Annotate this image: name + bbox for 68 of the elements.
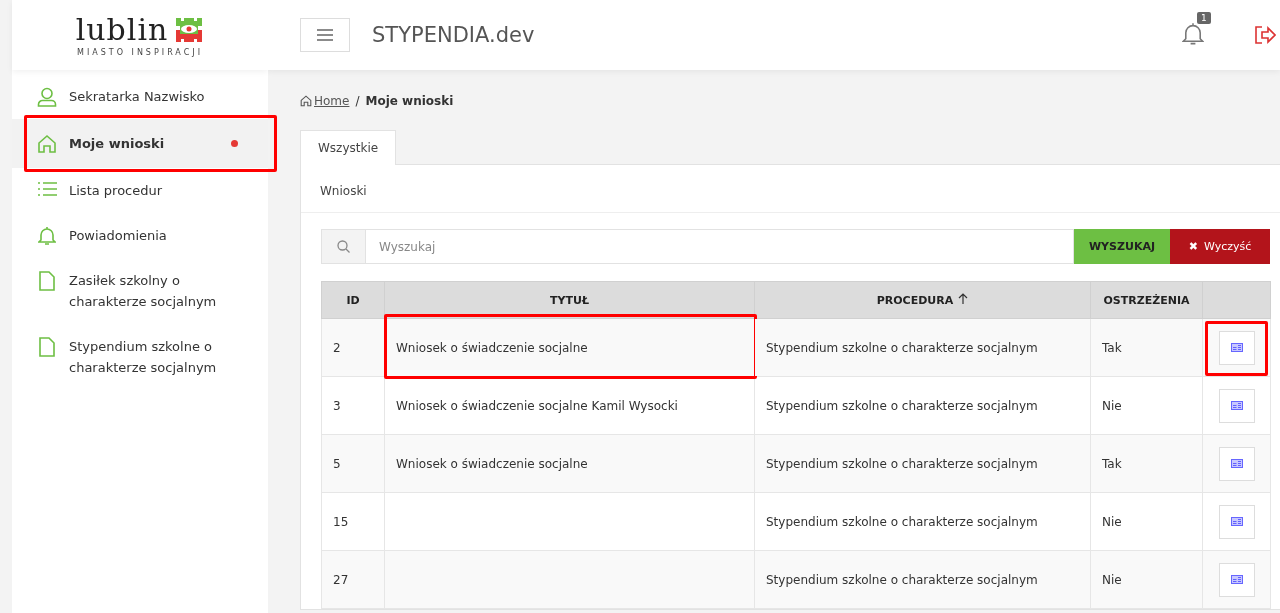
bell-icon <box>38 226 56 246</box>
list-icon <box>37 181 57 197</box>
menu-button[interactable] <box>300 18 350 52</box>
breadcrumb-link[interactable]: Home <box>300 94 350 108</box>
id-card-icon <box>1230 459 1243 468</box>
warning-cell: Nie <box>1090 492 1203 551</box>
details-button[interactable] <box>1218 504 1255 539</box>
card-title: Wnioski <box>301 165 1280 213</box>
search-icon <box>337 240 350 253</box>
sidebar-item[interactable]: Sekratarka Nazwisko <box>12 74 268 119</box>
sidebar-label: Stypendium szkolne o charakterze socjalnym <box>69 338 218 377</box>
sidebar-item[interactable]: Zasiłek szkolny o charakterze socjalnym <box>12 258 268 324</box>
search-button[interactable]: WYSZUKAJ <box>1074 229 1170 264</box>
close-icon: ✖ <box>1188 240 1198 253</box>
document-icon <box>39 337 55 357</box>
id-cell: 3 <box>321 376 385 435</box>
details-button[interactable] <box>1218 388 1255 423</box>
details-button[interactable] <box>1218 562 1255 597</box>
sidebar-label: Sekratarka Nazwisko <box>69 88 206 106</box>
id-cell: 27 <box>321 550 385 609</box>
breadcrumb-current: Moje wnioski <box>365 94 454 108</box>
procedure-cell: Stypendium szkolne o charakterze socjalnym <box>754 492 1091 551</box>
id-cell: 15 <box>321 492 385 551</box>
id-card-icon <box>1230 401 1243 410</box>
procedure-cell: Stypendium szkolne o charakterze socjalnym <box>754 318 1091 377</box>
id-cell: 5 <box>321 434 385 493</box>
logo-icon <box>174 15 205 44</box>
bell-icon[interactable] <box>1182 22 1204 46</box>
procedure-cell: Stypendium szkolne o charakterze socjalnym <box>754 434 1091 493</box>
sidebar-label: Moje wnioski <box>69 135 166 153</box>
warning-cell: Nie <box>1090 376 1203 435</box>
details-button[interactable] <box>1218 446 1255 481</box>
id-cell: 2 <box>321 318 385 377</box>
logo-wordmark: lublin <box>75 13 169 46</box>
home-icon <box>37 134 57 154</box>
search-field[interactable]: Wyszukaj <box>366 229 1074 264</box>
sidebar-item[interactable]: Lista procedur <box>12 168 268 213</box>
column-header[interactable]: PROCEDURA <box>754 281 1091 319</box>
tab[interactable]: Wszystkie <box>300 130 397 165</box>
id-card-icon <box>1230 343 1243 352</box>
column-header[interactable]: TYTUŁ <box>384 281 755 319</box>
document-icon <box>39 271 55 291</box>
app-title: STYPENDIA.dev <box>372 23 536 47</box>
user-icon <box>37 87 57 107</box>
sidebar-label: Zasiłek szkolny o charakterze socjalnym <box>69 272 218 311</box>
sidebar-item[interactable]: Powiadomienia <box>12 213 268 258</box>
warning-cell: Tak <box>1090 318 1203 377</box>
menu-icon <box>317 29 333 41</box>
title-cell: Wniosek o świadczenie socjalne Kamil Wysocki <box>384 376 755 435</box>
logout-icon[interactable] <box>1254 25 1276 45</box>
sidebar-label: Powiadomienia <box>69 227 168 245</box>
column-header[interactable]: ID <box>321 281 385 319</box>
details-button[interactable] <box>1218 330 1255 365</box>
procedure-cell: Stypendium szkolne o charakterze socjalnym <box>754 376 1091 435</box>
warning-cell: Nie <box>1090 550 1203 609</box>
sidebar-item[interactable]: Stypendium szkolne o charakterze socjalnym <box>12 324 268 390</box>
home-icon <box>300 95 312 107</box>
column-header[interactable]: OSTRZEŻENIA <box>1090 281 1203 319</box>
title-cell: Wniosek o świadczenie socjalne <box>384 434 755 493</box>
procedure-cell: Stypendium szkolne o charakterze socjalnym <box>754 550 1091 609</box>
warning-cell: Tak <box>1090 434 1203 493</box>
clear-button[interactable]: ✖ Wyczyść <box>1170 229 1270 264</box>
sidebar-label: Lista procedur <box>69 182 164 200</box>
logo-tagline: MIASTO INSPIRACJI <box>77 47 203 57</box>
id-card-icon <box>1230 575 1243 584</box>
breadcrumb-separator: / <box>355 94 360 108</box>
id-card-icon <box>1230 517 1243 526</box>
notification-badge: 1 <box>1197 12 1211 24</box>
